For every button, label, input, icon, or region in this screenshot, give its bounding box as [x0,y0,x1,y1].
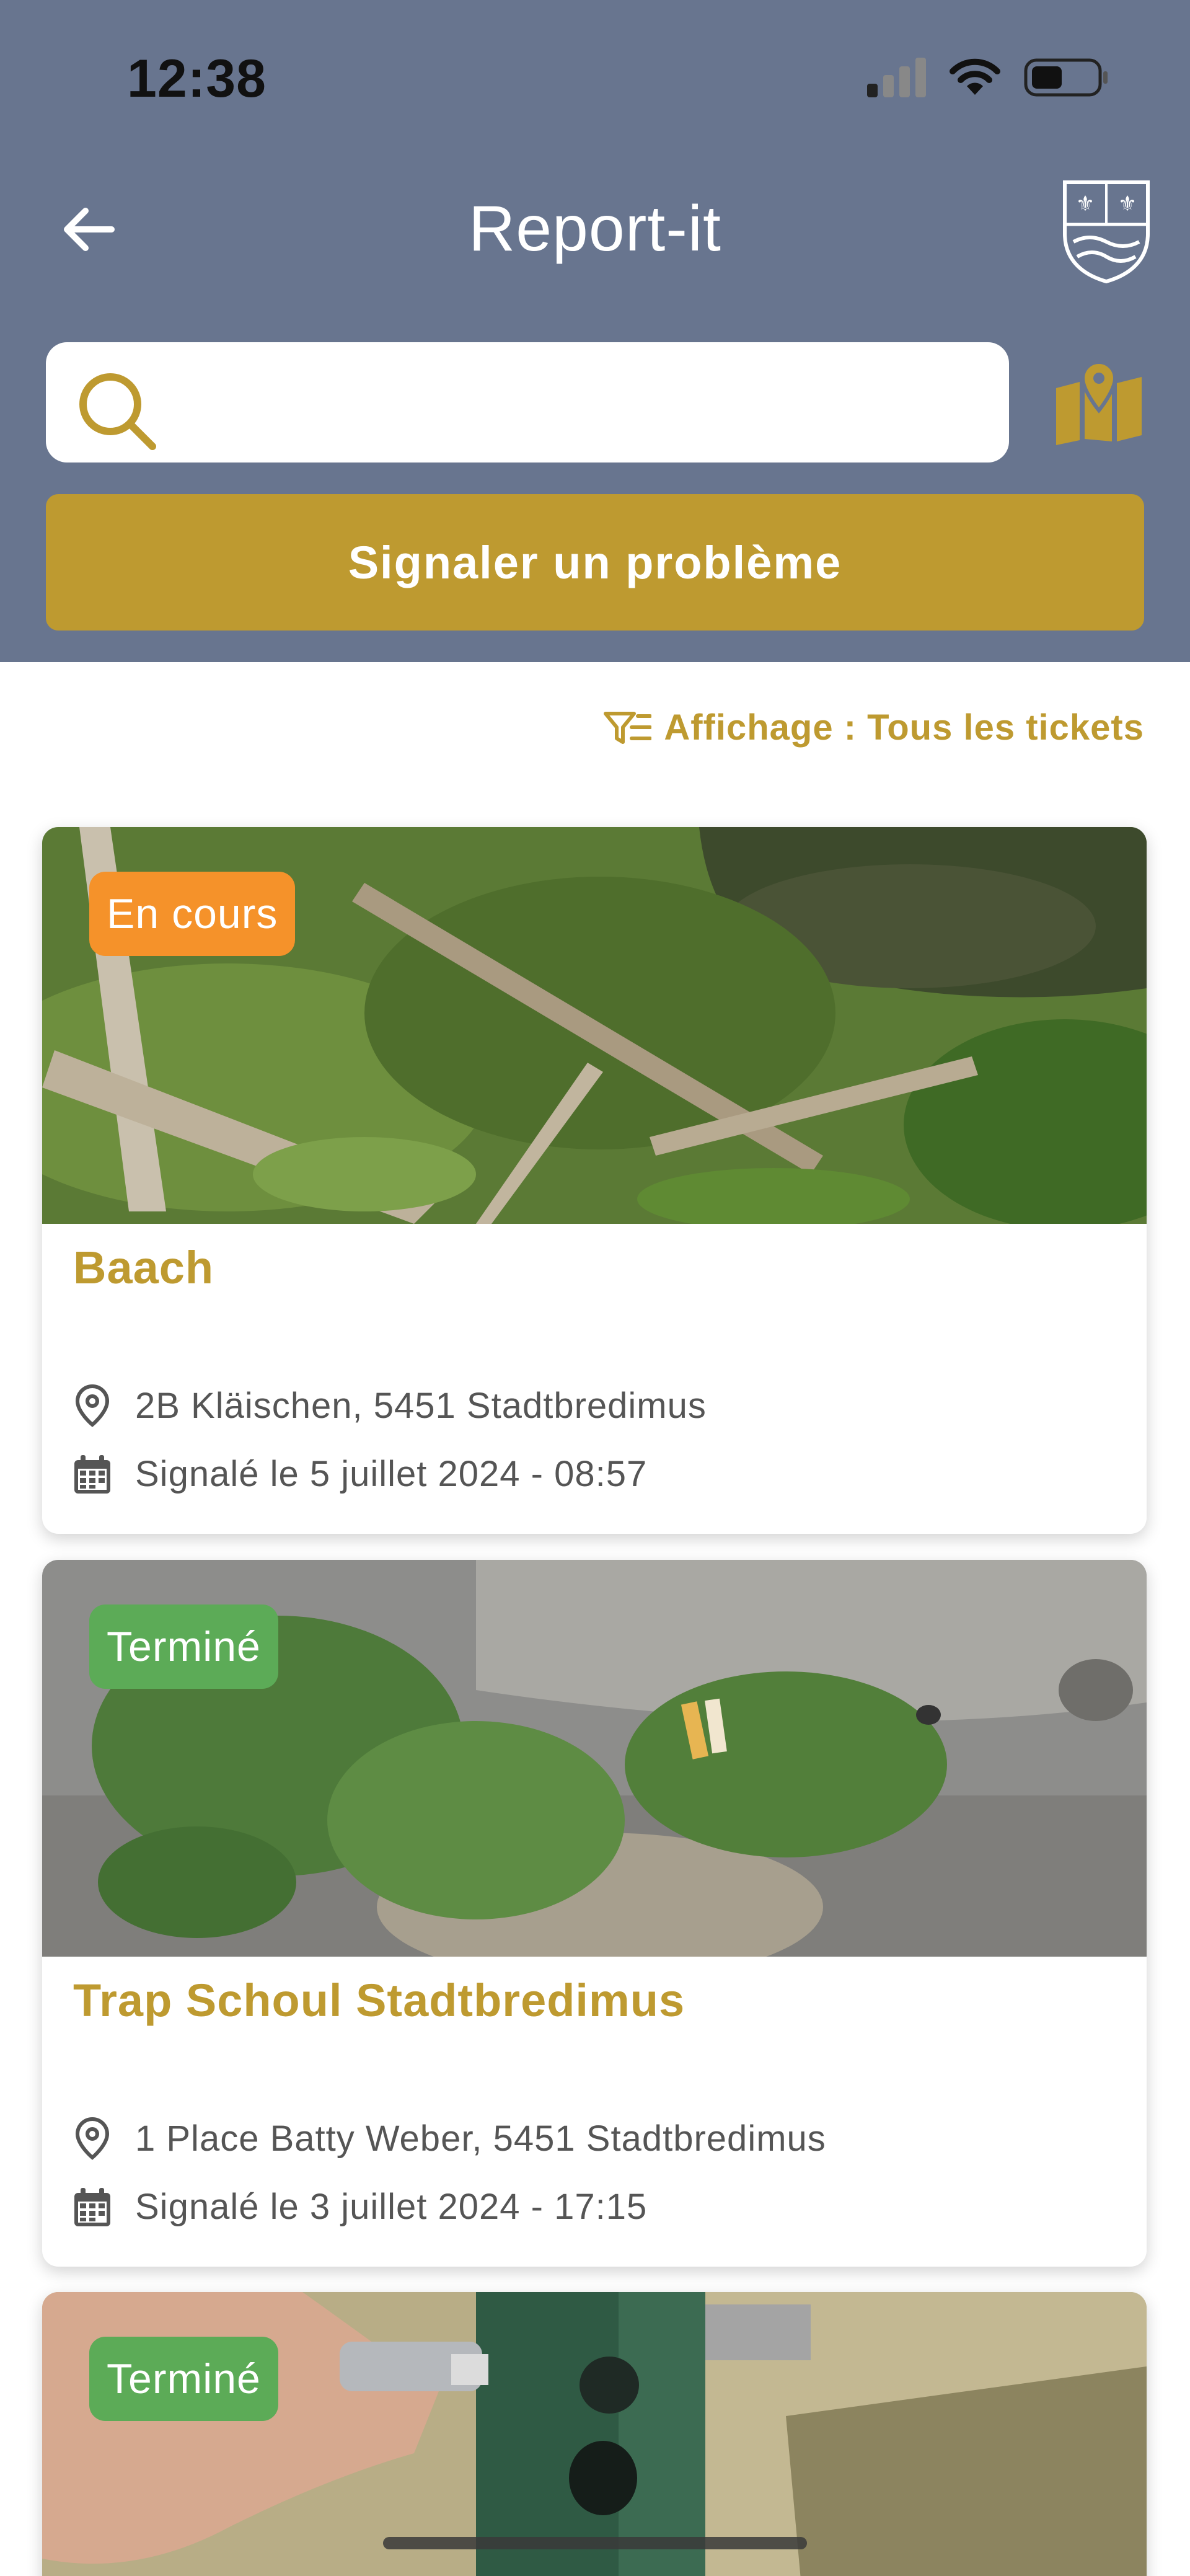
app-header: 12:38 Report-it ⚜ ⚜ Signaler un problème [0,0,1190,662]
ticket-date: Signalé le 3 juillet 2024 - 17:15 [135,2187,648,2227]
report-problem-button[interactable]: Signaler un problème [46,494,1144,631]
ticket-card[interactable]: En cours Baach 2B Kläischen, 5451 Stadtb… [42,827,1147,1534]
ticket-address-row: 2B Kläischen, 5451 Stadtbredimus [73,1384,707,1427]
svg-text:⚜: ⚜ [1076,192,1095,216]
ticket-date-row: Signalé le 3 juillet 2024 - 17:15 [73,2186,647,2228]
location-pin-icon [75,2117,110,2160]
svg-text:⚜: ⚜ [1118,192,1137,216]
status-badge: Terminé [89,1604,278,1689]
search-field[interactable] [46,342,1009,463]
ticket-title: Baach [73,1242,214,1293]
cellular-signal-icon [867,58,926,97]
status-time: 12:38 [127,49,267,108]
status-badge: En cours [89,872,296,956]
status-badge: Terminé [89,2337,278,2421]
home-indicator [383,2537,807,2549]
ticket-date-row: Signalé le 5 juillet 2024 - 08:57 [73,1453,647,1495]
battery-icon [1024,57,1111,98]
filter-icon [604,711,652,744]
location-pin-icon [75,1384,110,1427]
calendar-icon [74,2187,110,2226]
map-view-icon[interactable] [1052,358,1145,445]
ticket-card[interactable]: Terminé [42,2292,1147,2576]
ticket-date: Signalé le 5 juillet 2024 - 08:57 [135,1454,648,1494]
search-input[interactable] [176,367,982,438]
ticket-address: 2B Kläischen, 5451 Stadtbredimus [135,1385,707,1426]
page-title: Report-it [469,193,721,265]
wifi-icon [948,58,1002,97]
ticket-photo [42,2292,1147,2576]
ticket-card[interactable]: Terminé Trap Schoul Stadtbredimus 1 Plac… [42,1560,1147,2267]
calendar-icon [74,1454,110,1494]
ticket-filter[interactable]: Affichage : Tous les tickets [603,707,1144,748]
ticket-address-row: 1 Place Batty Weber, 5451 Stadtbredimus [73,2117,826,2160]
status-icons [867,57,1111,98]
municipality-crest-logo: ⚜ ⚜ [1060,175,1153,284]
filter-label: Affichage : Tous les tickets [664,707,1144,748]
ticket-address: 1 Place Batty Weber, 5451 Stadtbredimus [135,2118,826,2159]
ticket-title: Trap Schoul Stadtbredimus [73,1975,685,2026]
search-icon [79,373,156,450]
